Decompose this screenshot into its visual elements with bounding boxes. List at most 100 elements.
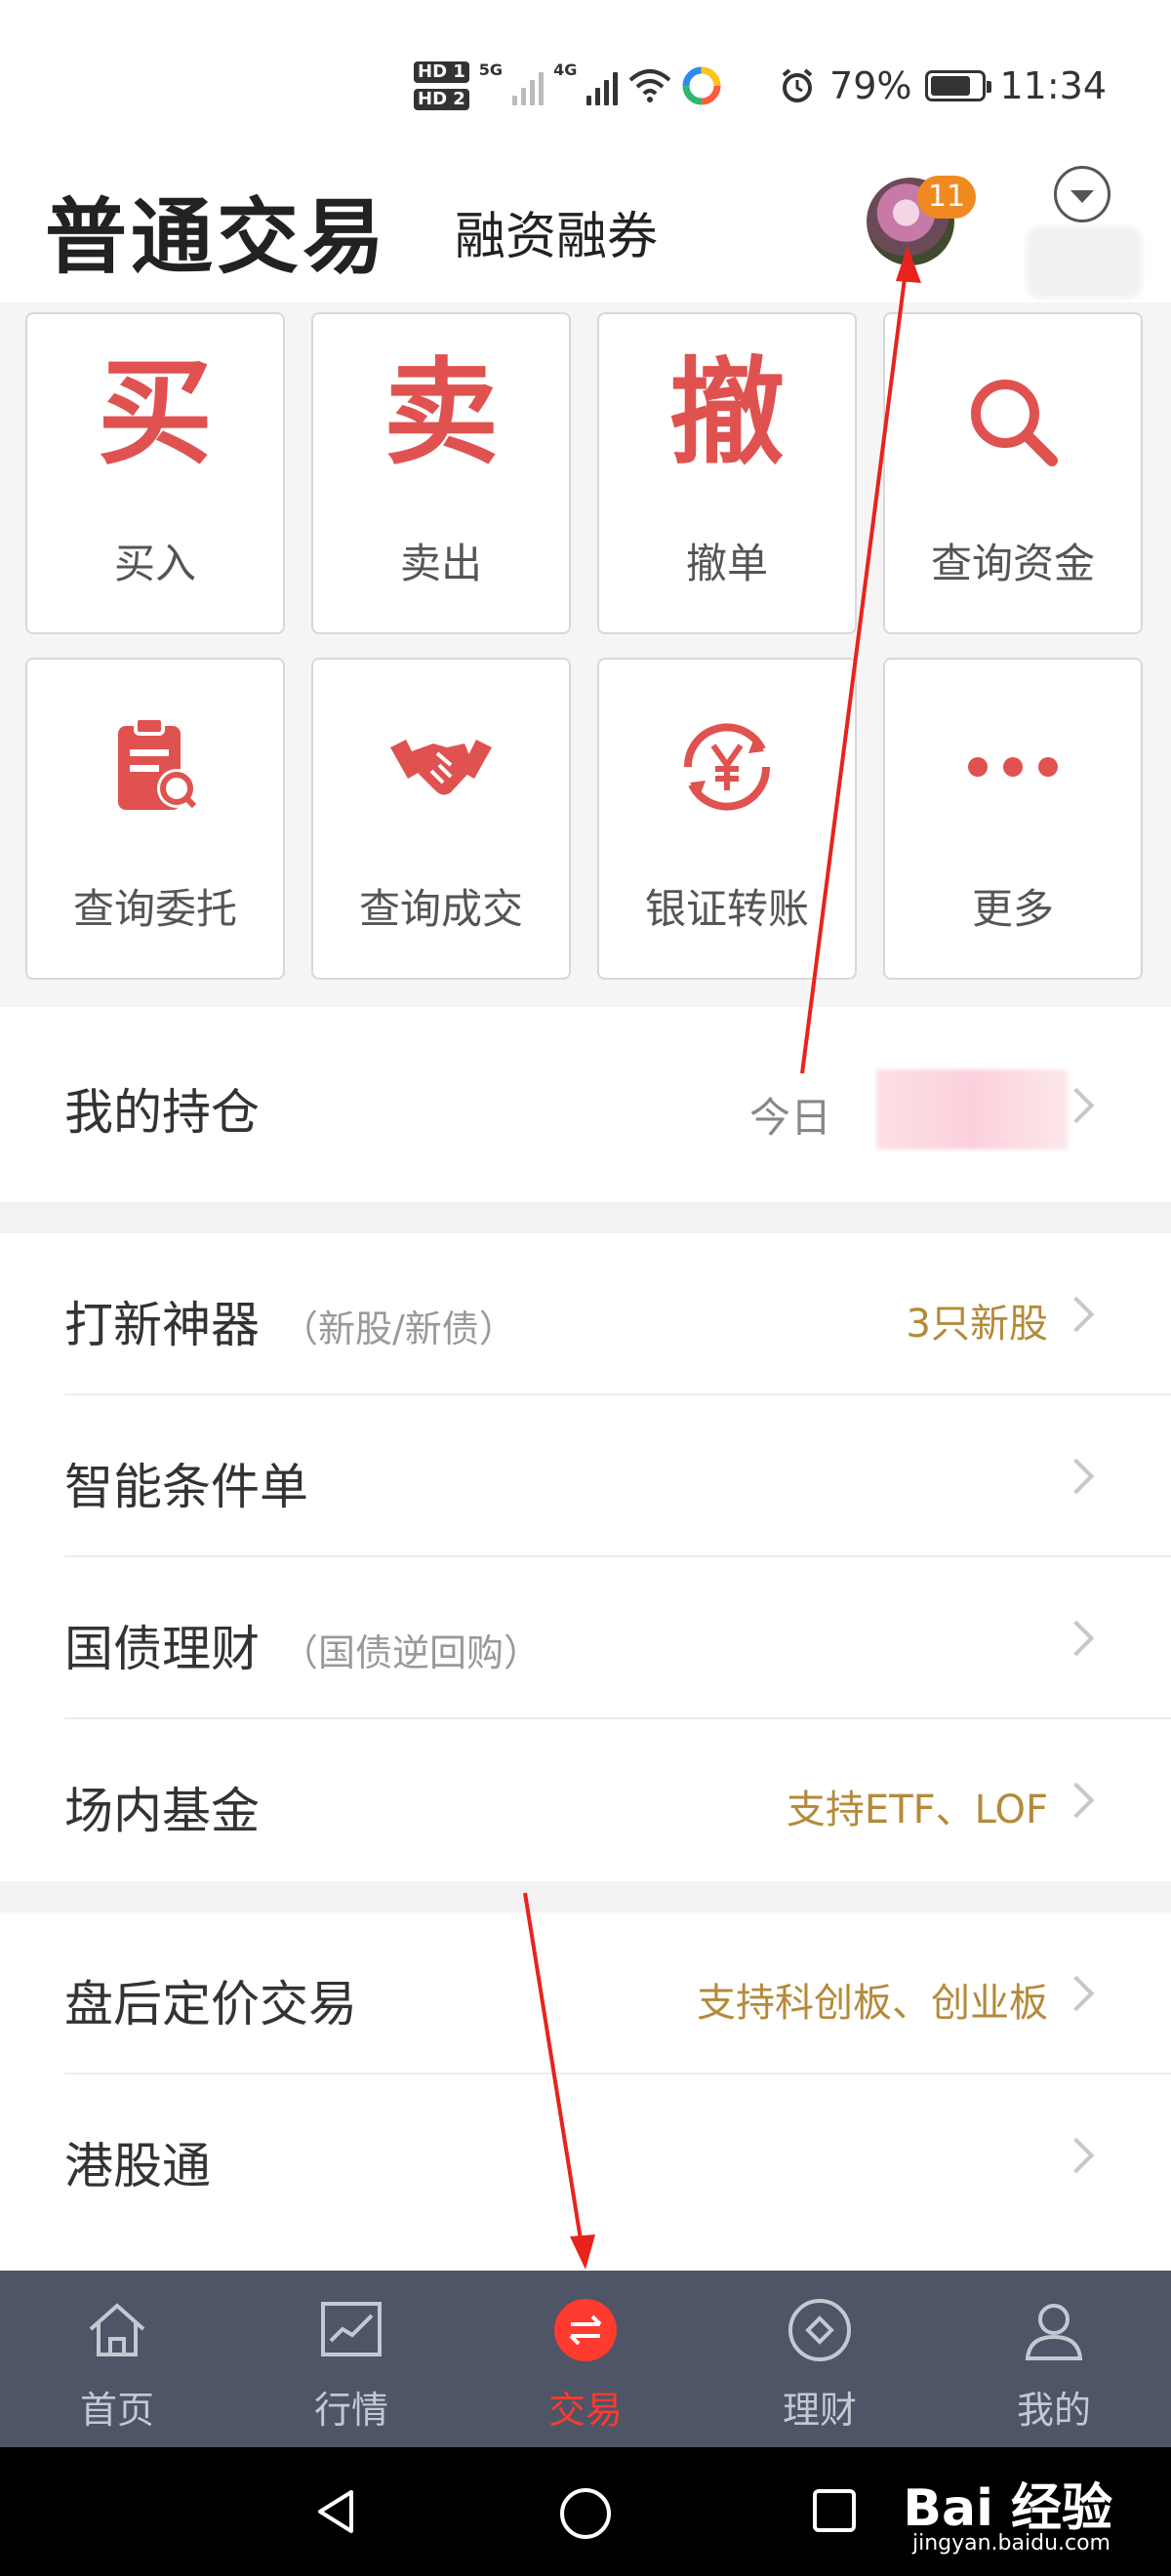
query-deals-button[interactable]: 查询成交 — [311, 658, 571, 980]
tab-margin-trading[interactable]: 融资融券 — [455, 195, 658, 268]
exchange-icon — [554, 2299, 617, 2361]
list-item-label: 盘后定价交易 — [64, 1976, 357, 2033]
nav-mine-label: 我的 — [1016, 2389, 1091, 2432]
cancel-order-icon: 撤 — [668, 345, 785, 480]
services-list-1: 打新神器 （新股/新债） 3只新股 智能条件单 国债理财 （国债逆回购） 场内基金 … — [0, 1233, 1171, 1881]
section-divider — [0, 1881, 1171, 1912]
query-orders-button[interactable]: 查询委托 — [25, 658, 285, 980]
chevron-right-icon — [1058, 1975, 1095, 2012]
query-orders-label: 查询委托 — [72, 885, 237, 933]
status-bar: HD 1 HD 2 5G 4G 79% 11:34 — [0, 0, 1171, 166]
section-divider — [0, 1202, 1171, 1233]
list-item-smart-order[interactable]: 智能条件单 — [0, 1395, 1171, 1557]
nav-home-label: 首页 — [79, 2389, 154, 2432]
network-5g-label: 5G — [478, 60, 504, 79]
today-value-blurred — [876, 1069, 1068, 1149]
list-item-value: 支持ETF、LOF — [786, 1788, 1048, 1832]
account-blur — [1027, 226, 1142, 299]
annotation-arrowhead-trade — [570, 2234, 595, 2270]
home-circle-icon[interactable] — [558, 2486, 613, 2541]
buy-icon: 买 — [97, 345, 213, 480]
alarm-icon — [782, 68, 813, 102]
chevron-right-icon — [1058, 1296, 1095, 1333]
more-dots-icon — [968, 757, 1058, 777]
function-grid-area: 买 买入 卖 卖出 撤 撤单 查询资金 查询委托 查询成交 银证转账 更多 — [0, 302, 1171, 1007]
dropdown-menu-icon[interactable] — [1054, 166, 1110, 222]
list-item-funds[interactable]: 场内基金 支持ETF、LOF — [0, 1719, 1171, 1881]
list-item-sub: （国债逆回购） — [281, 1631, 542, 1674]
nav-trade-label: 交易 — [547, 2389, 623, 2432]
hd1-indicator: HD 1 — [414, 61, 469, 83]
app-logo-icon — [682, 66, 721, 105]
chevron-right-icon — [1058, 2137, 1095, 2174]
hd2-indicator: HD 2 — [414, 89, 469, 110]
sell-label: 卖出 — [399, 540, 482, 587]
watermark-brand: Bai 经验 — [903, 2479, 1112, 2538]
diamond-icon — [788, 2299, 851, 2361]
nav-trade[interactable]: 交易 — [468, 2271, 703, 2447]
bottom-nav: 首页 行情 交易 理财 我的 — [0, 2271, 1171, 2447]
list-item-treasury[interactable]: 国债理财 （国债逆回购） — [0, 1557, 1171, 1719]
nav-wealth-label: 理财 — [782, 2389, 857, 2432]
function-grid: 买 买入 卖 卖出 撤 撤单 查询资金 查询委托 查询成交 银证转账 更多 — [25, 312, 1146, 986]
my-holdings-row[interactable]: 我的持仓 今日 — [0, 1009, 1171, 1202]
query-deals-label: 查询成交 — [358, 885, 523, 933]
clock: 11:34 — [999, 64, 1107, 107]
nav-home[interactable]: 首页 — [0, 2271, 234, 2447]
wifi-icon — [628, 69, 671, 102]
nav-wealth[interactable]: 理财 — [703, 2271, 937, 2447]
more-button[interactable]: 更多 — [883, 658, 1143, 980]
list-item-label: 场内基金 — [64, 1783, 260, 1839]
list-item-label: 智能条件单 — [64, 1459, 308, 1515]
list-item-label: 港股通 — [64, 2138, 211, 2194]
battery-percent: 79% — [829, 64, 912, 107]
battery-icon — [925, 70, 992, 101]
recents-icon[interactable] — [810, 2486, 859, 2535]
list-item-after-hours[interactable]: 盘后定价交易 支持科创板、创业板 — [0, 1912, 1171, 2074]
notification-badge: 11 — [917, 176, 976, 219]
trade-header: 普通交易 融资融券 11 — [0, 166, 1171, 302]
nav-market[interactable]: 行情 — [234, 2271, 468, 2447]
buy-button[interactable]: 买 买入 — [25, 312, 285, 634]
sell-icon: 卖 — [383, 345, 499, 480]
nav-mine[interactable]: 我的 — [937, 2271, 1171, 2447]
list-item-label: 国债理财 — [64, 1621, 260, 1677]
bank-transfer-label: 银证转账 — [644, 885, 809, 933]
search-icon — [971, 380, 1058, 466]
chevron-right-icon — [1058, 1620, 1095, 1657]
clipboard-search-icon — [118, 716, 197, 810]
bank-transfer-button[interactable]: 银证转账 — [597, 658, 857, 980]
back-icon[interactable] — [310, 2486, 361, 2537]
network-4g-label: 4G — [553, 60, 578, 79]
list-item-value: 支持科创板、创业板 — [697, 1981, 1048, 2026]
services-list-2: 盘后定价交易 支持科创板、创业板 港股通 — [0, 1912, 1171, 2236]
list-item-value: 3只新股 — [906, 1302, 1048, 1347]
watermark-url: jingyan.baidu.com — [911, 2531, 1110, 2556]
home-icon — [89, 2303, 145, 2356]
query-funds-button[interactable]: 查询资金 — [883, 312, 1143, 634]
list-item-ipo[interactable]: 打新神器 （新股/新债） 3只新股 — [0, 1233, 1171, 1395]
status-right: 79% 11:34 — [779, 57, 1107, 115]
list-item-hk-connect[interactable]: 港股通 — [0, 2074, 1171, 2236]
more-label: 更多 — [971, 885, 1054, 933]
holdings-label: 我的持仓 — [64, 1084, 260, 1141]
cancel-order-label: 撤单 — [685, 540, 768, 587]
buy-label: 买入 — [113, 540, 196, 587]
signal-indicators: HD 1 HD 2 5G 4G — [414, 55, 721, 117]
signal-bars-2-icon — [586, 66, 619, 105]
signal-bars-1-icon — [512, 66, 545, 105]
chevron-right-icon — [1058, 1458, 1095, 1495]
system-nav-bar: Bai 经验 jingyan.baidu.com — [0, 2447, 1171, 2576]
chart-icon — [321, 2302, 382, 2356]
list-item-sub: （新股/新债） — [281, 1308, 516, 1350]
handshake-icon — [390, 740, 492, 795]
user-icon — [1025, 2304, 1083, 2360]
yen-transfer-icon — [683, 723, 771, 811]
today-label: 今日 — [749, 1094, 832, 1142]
query-funds-label: 查询资金 — [930, 540, 1095, 587]
nav-market-label: 行情 — [313, 2389, 388, 2432]
sell-button[interactable]: 卖 卖出 — [311, 312, 571, 634]
list-item-label: 打新神器 — [64, 1297, 260, 1353]
cancel-order-button[interactable]: 撤 撤单 — [597, 312, 857, 634]
page-title: 普通交易 — [45, 189, 389, 285]
